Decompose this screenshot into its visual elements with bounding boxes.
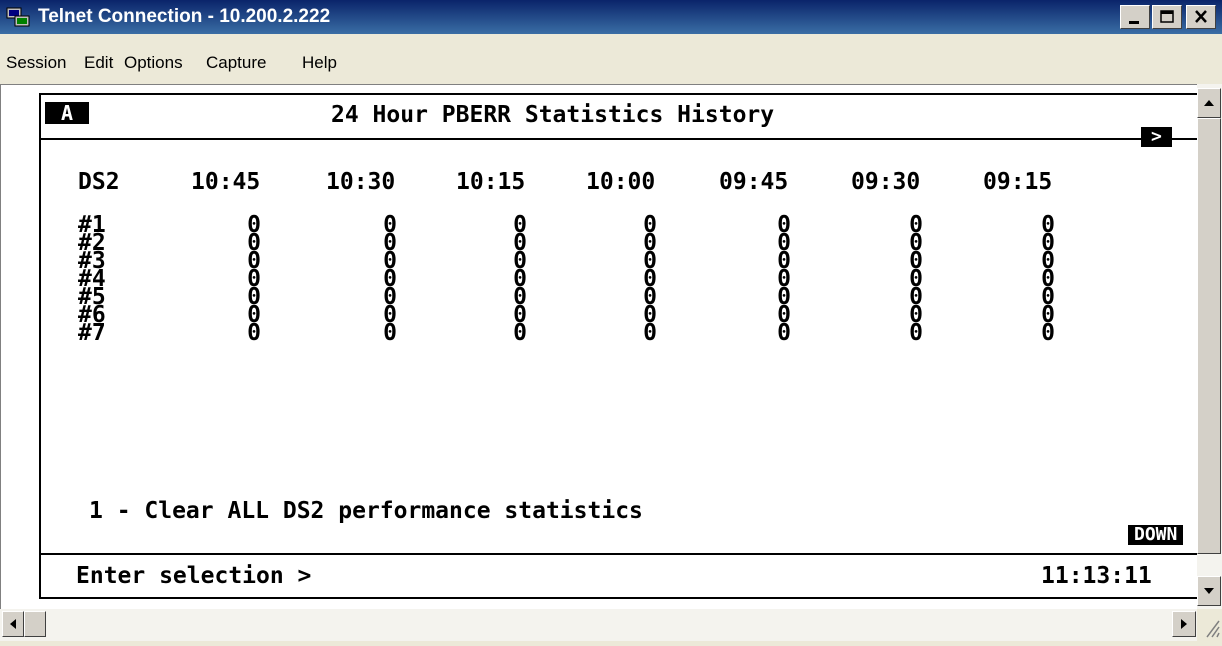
menu-options[interactable]: Options	[124, 52, 183, 74]
vertical-scroll-thumb[interactable]	[1197, 118, 1221, 554]
table-cell: 0	[383, 320, 397, 346]
arrow-up-icon	[1204, 100, 1214, 106]
window-title: Telnet Connection - 10.200.2.222	[38, 6, 331, 27]
scroll-left-button[interactable]	[2, 611, 24, 637]
close-button[interactable]	[1186, 5, 1216, 29]
table-cell: 0	[643, 320, 657, 346]
horizontal-scroll-thumb[interactable]	[24, 611, 46, 637]
column-header: 09:30	[851, 169, 921, 195]
menu-session[interactable]: Session	[6, 52, 66, 74]
table-cell: 0	[909, 320, 923, 346]
menu-capture[interactable]: Capture	[206, 52, 266, 74]
maximize-button[interactable]	[1152, 5, 1182, 29]
telnet-app-icon[interactable]	[6, 6, 30, 28]
frame-bottom-line	[39, 553, 1199, 555]
table-cell: 0	[1041, 320, 1055, 346]
table-cell: 0	[513, 320, 527, 346]
scroll-right-button[interactable]	[1172, 611, 1196, 637]
arrow-right-icon	[1181, 619, 1187, 629]
resize-grip-icon	[1206, 620, 1220, 638]
frame-header-line	[39, 138, 1199, 140]
column-header: 09:45	[719, 169, 789, 195]
column-header: 10:45	[191, 169, 261, 195]
clock: 11:13:11	[1041, 563, 1152, 589]
frame-top-line	[39, 93, 1199, 95]
column-header: 10:15	[456, 169, 526, 195]
scroll-down-button[interactable]	[1197, 576, 1221, 606]
column-header: 10:00	[586, 169, 656, 195]
vertical-scrollbar[interactable]	[1197, 84, 1222, 609]
terminal-screen[interactable]: A 24 Hour PBERR Statistics History > DS2…	[0, 84, 1199, 610]
option-clear-stats[interactable]: 1 - Clear ALL DS2 performance statistics	[89, 498, 643, 524]
arrow-down-icon	[1204, 588, 1214, 594]
horizontal-scrollbar[interactable]	[0, 609, 1197, 641]
title-bar[interactable]: Telnet Connection - 10.200.2.222	[0, 0, 1222, 34]
down-indicator: DOWN	[1128, 525, 1184, 545]
menu-help[interactable]: Help	[302, 52, 337, 74]
column-header: 10:30	[326, 169, 396, 195]
column-header-ds2: DS2	[78, 169, 120, 195]
screen-tag: A	[45, 102, 90, 124]
minimize-button[interactable]	[1120, 5, 1150, 29]
table-cell: 0	[247, 320, 261, 346]
menu-bar: Session Edit Options Capture Help	[0, 34, 1222, 84]
frame-prompt-line	[39, 597, 1199, 599]
menu-edit[interactable]: Edit	[84, 52, 113, 74]
scroll-up-button[interactable]	[1197, 88, 1221, 118]
screen-title: 24 Hour PBERR Statistics History	[331, 102, 775, 128]
selection-prompt[interactable]: Enter selection >	[76, 563, 311, 589]
arrow-left-icon	[10, 619, 16, 629]
table-cell: 0	[777, 320, 791, 346]
close-icon	[1195, 10, 1207, 23]
column-header: 09:15	[983, 169, 1053, 195]
row-label: #7	[78, 320, 106, 346]
maximize-icon	[1160, 10, 1174, 23]
next-page-arrow[interactable]: >	[1141, 127, 1172, 147]
minimize-icon	[1129, 21, 1139, 24]
resize-grip[interactable]	[1197, 609, 1222, 641]
frame-left-line	[39, 93, 41, 599]
